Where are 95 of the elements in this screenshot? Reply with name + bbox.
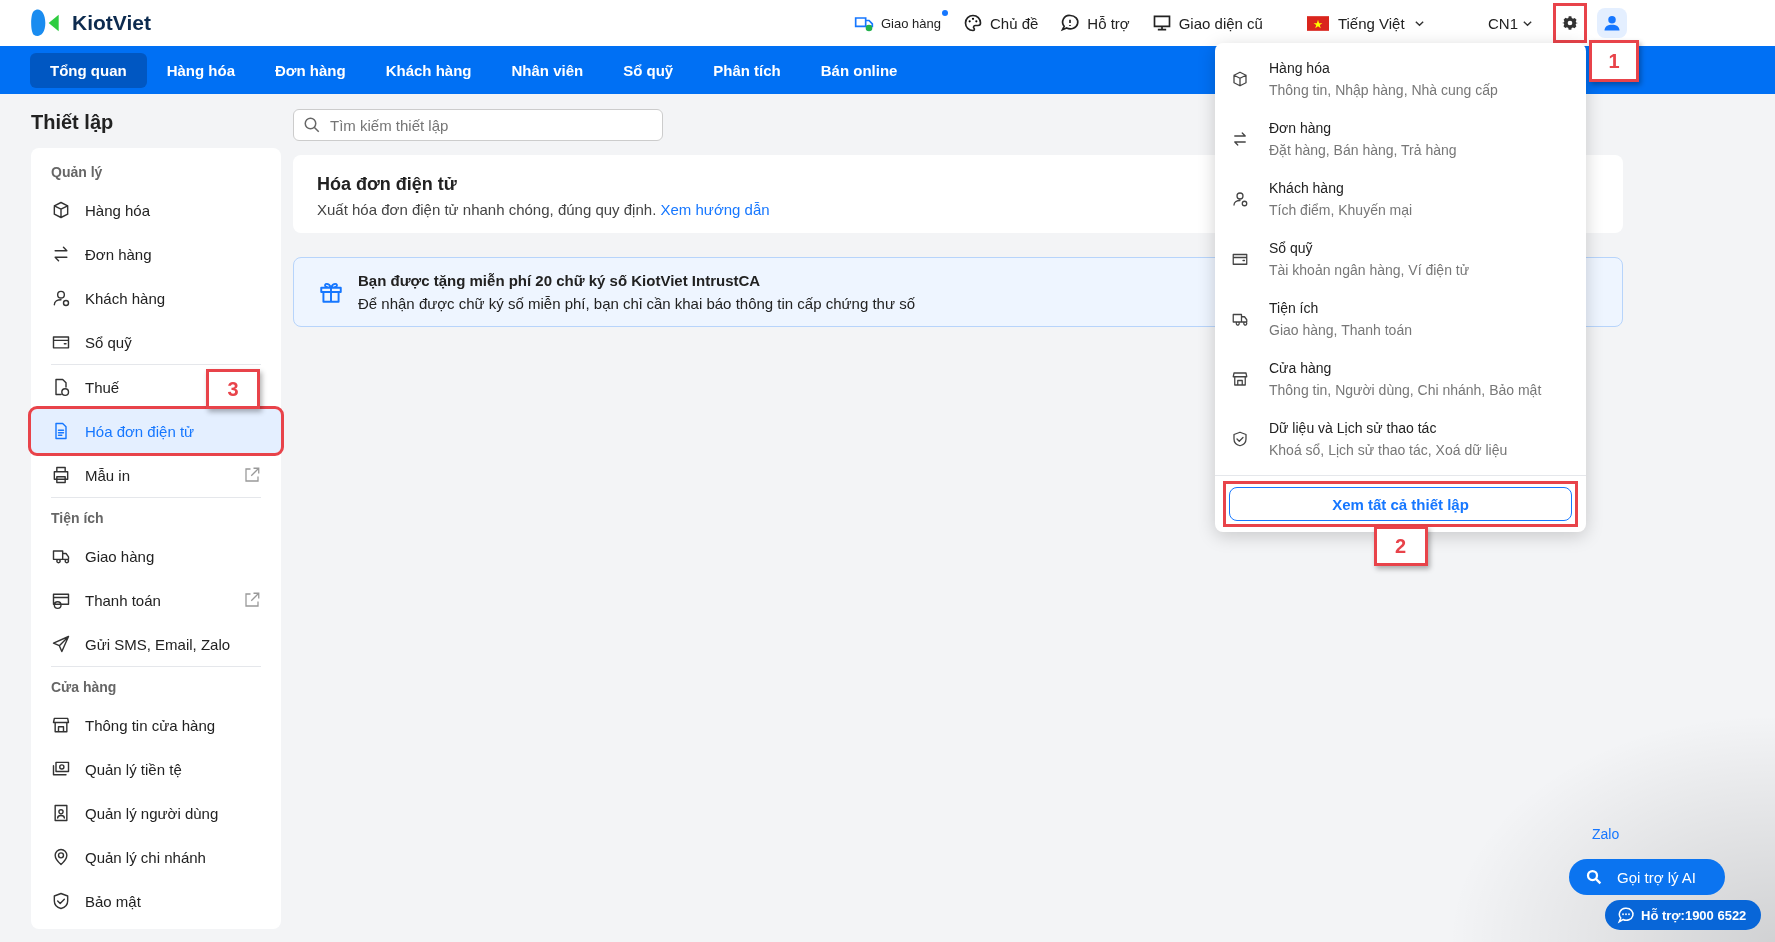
- sidebar-item[interactable]: Đơn hàng: [31, 232, 172, 276]
- callout-number: 3: [206, 369, 260, 409]
- page-title: Hóa đơn điện tử: [317, 174, 457, 195]
- nav-tab[interactable]: Hàng hóa: [146, 52, 255, 88]
- person-icon: [51, 288, 71, 308]
- shield-check-icon: [51, 891, 71, 911]
- section-heading: Tiện ích: [51, 509, 105, 528]
- chat-bubble-icon: [1060, 13, 1081, 33]
- settings-menu-item[interactable]: Khách hàng Tích điểm, Khuyến mại: [1215, 169, 1586, 229]
- branch-selector[interactable]: CN1: [1488, 14, 1533, 32]
- settings-menu-item[interactable]: Sổ quỹ Tài khoản ngân hàng, Ví điện tử: [1215, 229, 1586, 289]
- printer-icon: [51, 465, 71, 485]
- settings-menu-item[interactable]: Tiện ích Giao hàng, Thanh toán: [1215, 289, 1586, 349]
- search-icon: [303, 116, 321, 134]
- menu-item-title: Cửa hàng: [1269, 360, 1333, 376]
- store-icon: [1231, 370, 1249, 388]
- nav-tab[interactable]: Tổng quan: [30, 52, 147, 88]
- send-icon: [51, 634, 71, 654]
- support-hotline-button[interactable]: Hỗ trợ:1900 6522: [1605, 900, 1761, 930]
- search-icon: [1585, 868, 1603, 886]
- banner-text: Để nhận được chữ ký số miễn phí, bạn chỉ cần khai báo thông tin cấp chứng thư số: [358, 295, 915, 312]
- menu-item-subtitle: Giao hàng, Thanh toán: [1269, 322, 1412, 338]
- avatar-button[interactable]: [1597, 8, 1627, 38]
- id-card-icon: [51, 803, 71, 823]
- box-icon: [51, 200, 71, 220]
- store-icon: [51, 715, 71, 735]
- nav-tab[interactable]: Phân tích: [693, 52, 801, 88]
- sidebar-item[interactable]: Quản lý tiền tệ: [31, 747, 202, 791]
- header-link[interactable]: Chủ đề: [962, 13, 1039, 33]
- callout-number: 2: [1373, 526, 1428, 566]
- nav-tab[interactable]: Bán online: [800, 52, 918, 88]
- chat-bubble-icon: [1617, 906, 1635, 924]
- page-description: Xuất hóa đơn điện tử nhanh chóng, đúng quy định. Xem hướng dẫn: [317, 201, 770, 218]
- arrows-icon: [1231, 130, 1249, 148]
- person-icon: [1231, 190, 1249, 208]
- guide-link[interactable]: Xem hướng dẫn: [660, 201, 770, 218]
- nav-tab[interactable]: Sổ quỹ: [603, 52, 694, 88]
- header-link[interactable]: Giao hàng: [853, 13, 941, 33]
- menu-item-subtitle: Thông tin, Nhập hàng, Nhà cung cấp: [1269, 82, 1498, 98]
- banner-title: Bạn được tặng miễn phí 20 chữ ký số KiotViet IntrustCA: [358, 272, 762, 289]
- sidebar-item[interactable]: Thuế: [31, 365, 140, 409]
- menu-item-title: Tiện ích: [1269, 300, 1320, 316]
- section-heading: Cửa hàng: [51, 678, 118, 697]
- sidebar-item[interactable]: Mẫu in: [31, 453, 151, 497]
- settings-menu-item[interactable]: Cửa hàng Thông tin, Người dùng, Chi nhánh, Bảo mật: [1215, 349, 1586, 409]
- external-link-icon[interactable]: [243, 466, 261, 484]
- sidebar-item[interactable]: Quản lý người dùng: [31, 791, 239, 835]
- logo-text: KiotViet: [72, 11, 151, 35]
- menu-item-subtitle: Tài khoản ngân hàng, Ví điện tử: [1269, 262, 1470, 278]
- settings-menu-item[interactable]: Hàng hóa Thông tin, Nhập hàng, Nhà cung cấp: [1215, 49, 1586, 109]
- search-field[interactable]: Tìm kiếm thiết lập: [293, 109, 663, 141]
- location-pin-icon: [51, 847, 71, 867]
- nav-tab[interactable]: Đơn hàng: [255, 52, 366, 88]
- callout-number: 1: [1589, 40, 1639, 82]
- monitor-icon: [1151, 13, 1172, 33]
- settings-button[interactable]: [1553, 3, 1587, 43]
- sidebar-item[interactable]: Khách hàng: [31, 276, 186, 320]
- sidebar-item[interactable]: Thanh toán: [31, 578, 181, 622]
- language-selector[interactable]: Tiếng Việt: [1306, 14, 1425, 32]
- sidebar-item[interactable]: Quản lý chi nhánh: [31, 835, 226, 879]
- user-icon: [1602, 13, 1622, 33]
- external-link-icon[interactable]: [243, 591, 261, 609]
- sidebar-item[interactable]: Hóa đơn điện tử: [31, 409, 281, 453]
- palette-icon: [962, 13, 983, 33]
- box-icon: [1231, 70, 1249, 88]
- menu-item-title: Sổ quỹ: [1269, 240, 1314, 256]
- sidebar-item[interactable]: Thông tin cửa hàng: [31, 703, 236, 747]
- menu-item-title: Hàng hóa: [1269, 60, 1331, 76]
- menu-item-subtitle: Thông tin, Người dùng, Chi nhánh, Bảo mật: [1269, 382, 1542, 398]
- menu-item-subtitle: Khoá sổ, Lịch sử thao tác, Xoá dữ liệu: [1269, 442, 1508, 458]
- header-link[interactable]: Giao diện cũ: [1151, 13, 1263, 33]
- ai-assistant-button[interactable]: Gọi trợ lý AI: [1569, 859, 1725, 895]
- sidebar-item[interactable]: Hàng hóa: [31, 188, 171, 232]
- menu-item-title: Đơn hàng: [1269, 120, 1333, 136]
- header-link[interactable]: Hỗ trợ: [1060, 13, 1130, 33]
- sidebar-item[interactable]: Gửi SMS, Email, Zalo: [31, 622, 251, 666]
- money-icon: [51, 759, 71, 779]
- see-all-settings-button[interactable]: Xem tất cả thiết lập: [1229, 487, 1572, 521]
- arrows-icon: [51, 244, 71, 264]
- menu-item-subtitle: Đặt hàng, Bán hàng, Trả hàng: [1269, 142, 1457, 158]
- menu-item-subtitle: Tích điểm, Khuyến mại: [1269, 202, 1413, 218]
- flag-icon: [1306, 15, 1329, 31]
- card-icon: [51, 590, 71, 610]
- settings-menu-item[interactable]: Đơn hàng Đặt hàng, Bán hàng, Trả hàng: [1215, 109, 1586, 169]
- menu-item-title: Khách hàng: [1269, 180, 1345, 196]
- nav-tab[interactable]: Nhân viên: [491, 52, 604, 88]
- sidebar-item[interactable]: Sổ quỹ: [31, 320, 152, 364]
- sidebar-title: Thiết lập: [31, 111, 115, 134]
- menu-item-title: Dữ liệu và Lịch sử thao tác: [1269, 420, 1438, 436]
- shield-check-icon: [1231, 430, 1249, 448]
- sidebar-item[interactable]: Giao hàng: [31, 534, 175, 578]
- section-heading: Quản lý: [51, 163, 104, 182]
- settings-menu-item[interactable]: Dữ liệu và Lịch sử thao tác Khoá sổ, Lịch sử thao tác, Xoá dữ liệu: [1215, 409, 1586, 469]
- nav-tab[interactable]: Khách hàng: [365, 52, 492, 88]
- sidebar-item[interactable]: Bảo mật: [31, 879, 161, 923]
